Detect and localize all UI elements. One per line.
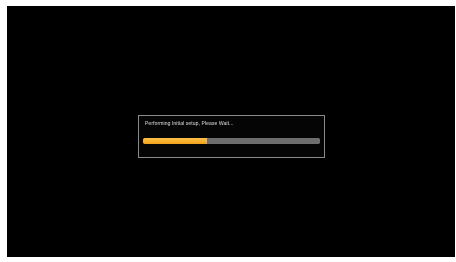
setup-progress-bar	[143, 138, 320, 144]
setup-progress-fill	[143, 138, 207, 144]
tv-screen: Performing Initial setup, Please Wait...	[7, 6, 455, 257]
setup-message: Performing Initial setup, Please Wait...	[145, 121, 234, 127]
initial-setup-dialog: Performing Initial setup, Please Wait...	[138, 115, 325, 158]
